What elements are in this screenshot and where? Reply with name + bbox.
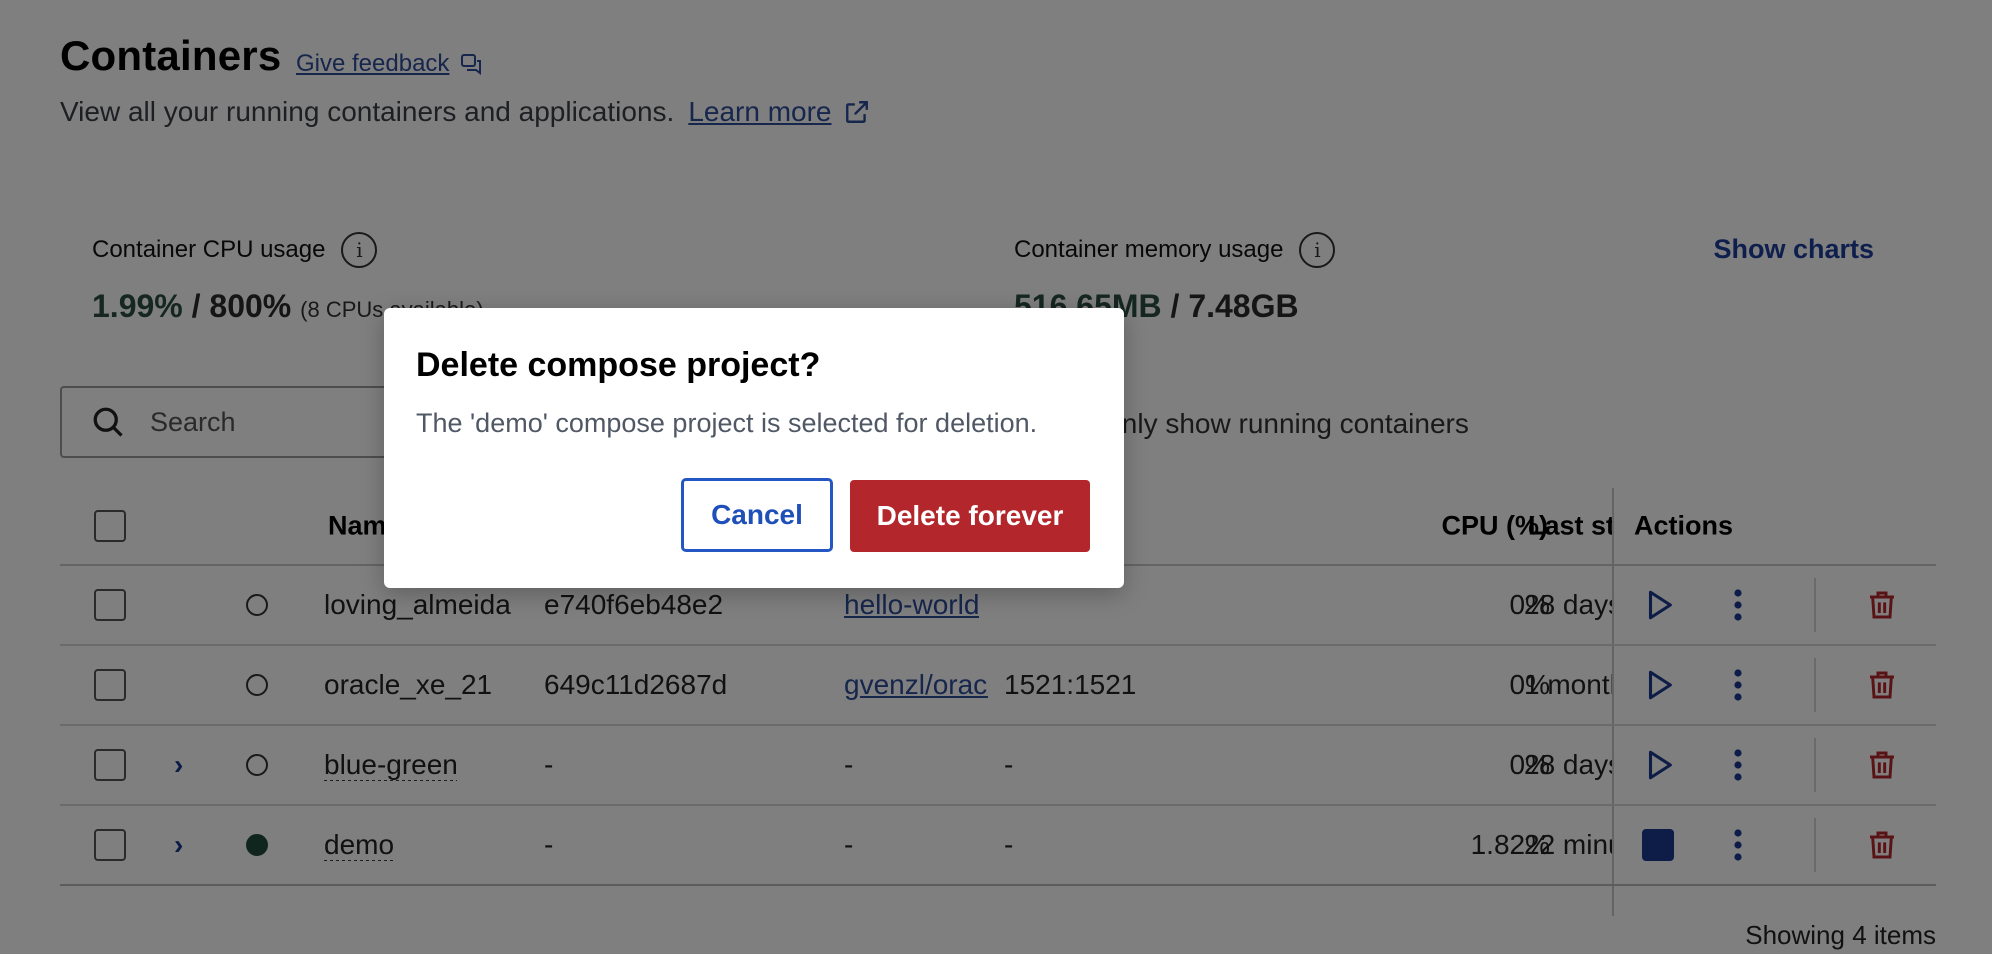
delete-forever-button[interactable]: Delete forever bbox=[850, 480, 1090, 552]
delete-compose-dialog: Delete compose project? The 'demo' compo… bbox=[384, 308, 1124, 588]
dialog-title: Delete compose project? bbox=[416, 346, 821, 384]
cancel-button[interactable]: Cancel bbox=[681, 478, 833, 552]
dialog-message: The 'demo' compose project is selected f… bbox=[416, 408, 1038, 438]
